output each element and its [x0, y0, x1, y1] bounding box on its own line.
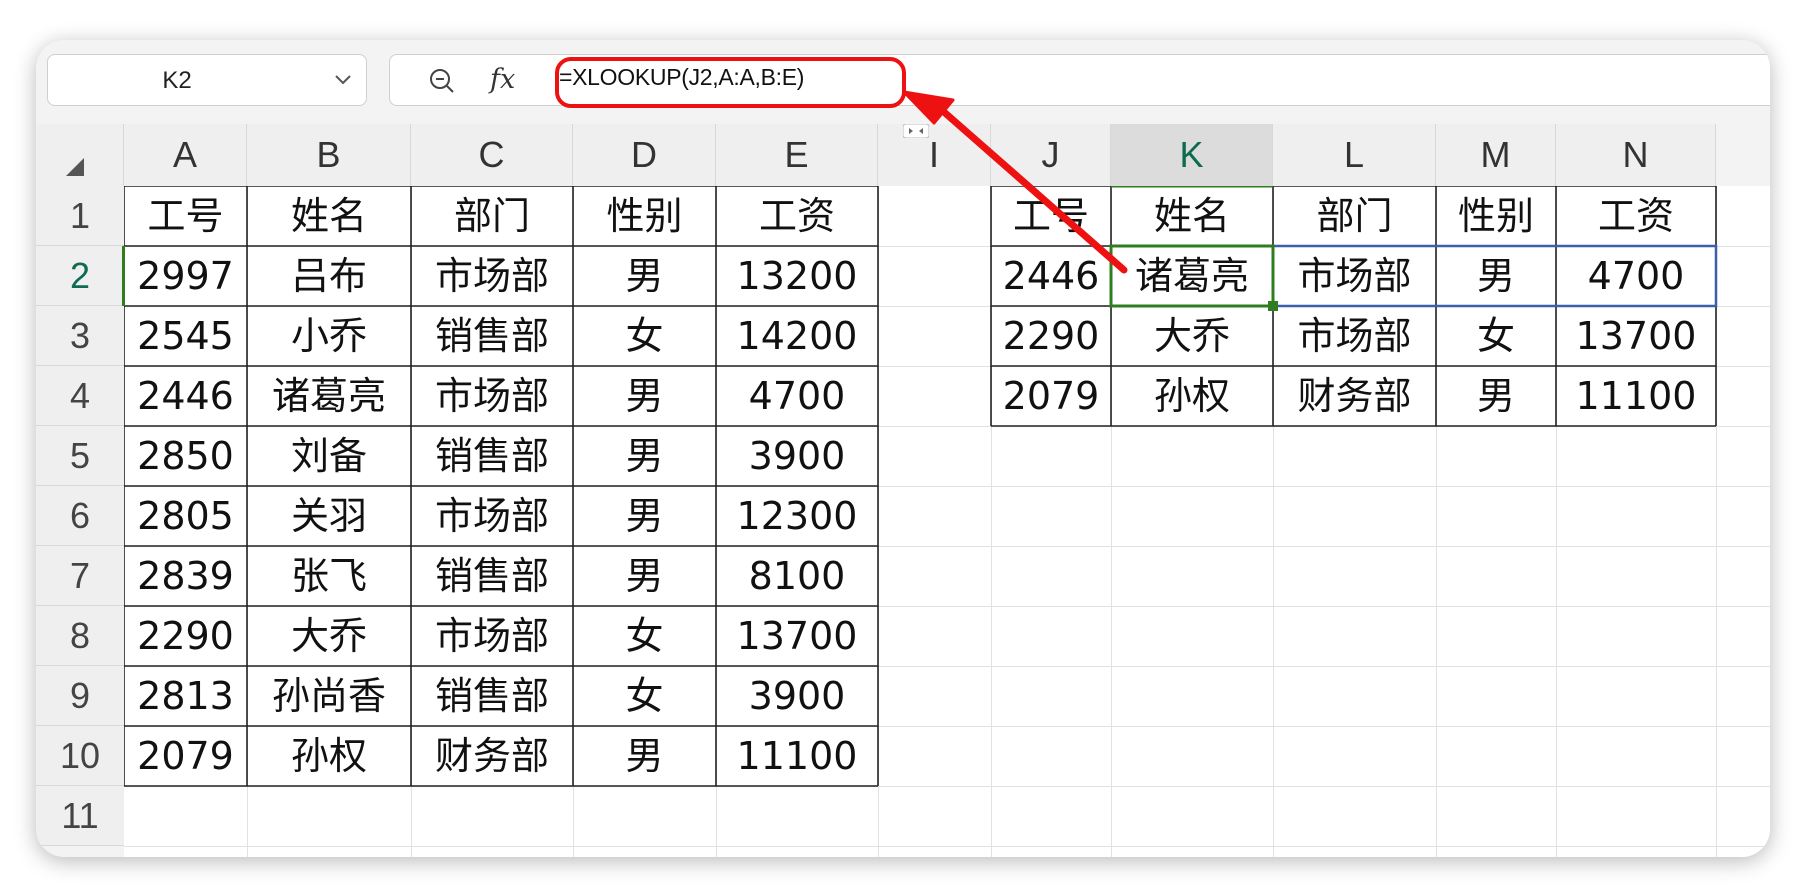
row-header-8[interactable]: 8 — [36, 606, 124, 666]
row-header-2[interactable]: 2 — [36, 246, 124, 306]
row-header-6[interactable]: 6 — [36, 486, 124, 546]
column-header-i[interactable]: I — [878, 124, 991, 186]
row-header-7[interactable]: 7 — [36, 546, 124, 606]
fx-icon[interactable]: fx — [490, 64, 515, 95]
column-resize-handle-icon[interactable] — [903, 124, 929, 138]
row-header-9[interactable]: 9 — [36, 666, 124, 726]
table-borders — [124, 186, 1718, 787]
select-all-corner[interactable] — [36, 124, 124, 186]
formula-highlight-annotation — [555, 57, 906, 108]
column-header-d[interactable]: D — [573, 124, 716, 186]
column-header-a[interactable]: A — [124, 124, 247, 186]
name-box[interactable]: K2 — [47, 54, 367, 106]
column-header-b[interactable]: B — [247, 124, 411, 186]
row-header-11[interactable]: 11 — [36, 786, 124, 846]
row-header-4[interactable]: 4 — [36, 366, 124, 426]
zoom-out-icon[interactable] — [428, 67, 456, 95]
column-header-j[interactable]: J — [991, 124, 1111, 186]
column-header-e[interactable]: E — [716, 124, 878, 186]
cell-grid[interactable]: 工号 姓名 部门 性别 工资 2997 吕布 市场部男 13200 2545 小乔 销售部女 14200… — [124, 186, 1770, 857]
chevron-down-icon[interactable] — [334, 74, 352, 86]
row-header-1[interactable]: 1 — [36, 186, 124, 246]
row-header-10[interactable]: 10 — [36, 726, 124, 786]
spreadsheet-window: K2 fx =XLOOKUP(J2,A:A,B:E) ABCDEIJKLMN 1… — [36, 40, 1770, 857]
name-box-value: K2 — [162, 67, 192, 94]
column-header-l[interactable]: L — [1273, 124, 1436, 186]
column-header-n[interactable]: N — [1556, 124, 1716, 186]
column-header-c[interactable]: C — [411, 124, 573, 186]
column-header-m[interactable]: M — [1436, 124, 1556, 186]
row-header-3[interactable]: 3 — [36, 306, 124, 366]
column-header-k[interactable]: K — [1111, 124, 1273, 186]
active-row-indicator — [122, 246, 125, 306]
row-header-5[interactable]: 5 — [36, 426, 124, 486]
